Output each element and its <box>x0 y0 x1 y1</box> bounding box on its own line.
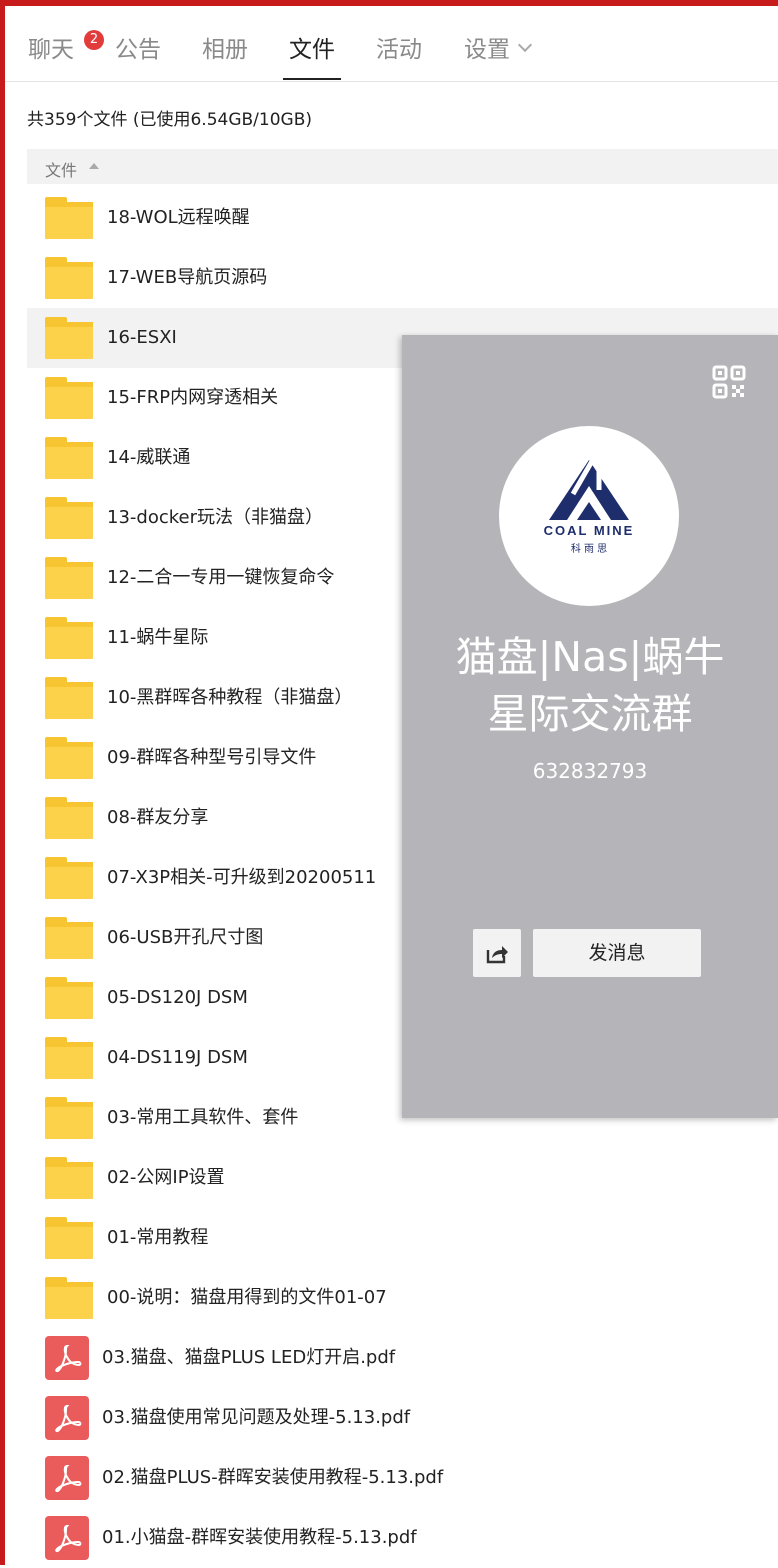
folder-name: 10-黑群晖各种教程（非猫盘） <box>107 687 353 708</box>
folder-icon <box>45 1157 93 1199</box>
folder-icon <box>45 257 93 299</box>
file-summary: 共359个文件 (已使用6.54GB/10GB) <box>27 110 312 130</box>
tab-label: 活动 <box>376 37 422 63</box>
coal-mine-logo-icon <box>549 454 629 520</box>
column-header-label: 文件 <box>45 161 78 180</box>
folder-icon <box>45 1097 93 1139</box>
folder-name: 02-公网IP设置 <box>107 1167 225 1188</box>
folder-name: 17-WEB导航页源码 <box>107 267 268 288</box>
tab-announcements[interactable]: 公告 <box>115 6 161 80</box>
chevron-down-icon <box>517 37 533 53</box>
tab-settings[interactable]: 设置 <box>464 6 533 80</box>
share-icon <box>486 946 508 964</box>
folder-name: 01-常用教程 <box>107 1227 209 1248</box>
folder-name: 00-说明：猫盘用得到的文件01-07 <box>107 1287 387 1308</box>
file-name: 01.小猫盘-群晖安装使用教程-5.13.pdf <box>102 1527 417 1548</box>
file-name: 03.猫盘使用常见问题及处理-5.13.pdf <box>102 1407 411 1428</box>
tab-activities[interactable]: 活动 <box>376 6 422 80</box>
pdf-file-icon <box>45 1456 89 1500</box>
pdf-file-icon <box>45 1396 89 1440</box>
group-id: 632832793 <box>532 759 648 783</box>
pdf-file-icon <box>45 1516 89 1560</box>
tab-label: 聊天 <box>28 37 74 63</box>
folder-name: 14-威联通 <box>107 447 191 468</box>
folder-name: 09-群晖各种型号引导文件 <box>107 747 317 768</box>
file-row[interactable]: 02.猫盘PLUS-群晖安装使用教程-5.13.pdf <box>27 1448 778 1508</box>
qr-code-icon[interactable] <box>712 365 746 399</box>
folder-icon <box>45 977 93 1019</box>
group-profile-card: COAL MINE 科 雨 思 猫盘|Nas|蜗牛 星际交流群 63283279… <box>402 335 778 1118</box>
folder-icon <box>45 377 93 419</box>
folder-row[interactable]: 00-说明：猫盘用得到的文件01-07 <box>27 1268 778 1328</box>
folder-icon <box>45 677 93 719</box>
file-name: 03.猫盘、猫盘PLUS LED灯开启.pdf <box>102 1347 396 1368</box>
group-name-line1: 猫盘|Nas|蜗牛 <box>455 633 725 681</box>
folder-name: 03-常用工具软件、套件 <box>107 1107 299 1128</box>
folder-name: 11-蜗牛星际 <box>107 627 209 648</box>
folder-icon <box>45 197 93 239</box>
folder-icon <box>45 1037 93 1079</box>
tab-bar: 聊天 2 公告 相册 文件 活动 设置 <box>5 6 778 82</box>
tab-label: 文件 <box>289 37 335 63</box>
folder-name: 18-WOL远程唤醒 <box>107 207 250 228</box>
tab-label: 设置 <box>464 37 510 63</box>
tab-chat[interactable]: 聊天 2 <box>28 6 104 80</box>
file-row[interactable]: 01.小猫盘-群晖安装使用教程-5.13.pdf <box>27 1508 778 1568</box>
unread-badge: 2 <box>84 30 104 50</box>
share-button[interactable] <box>473 929 521 977</box>
window-frame-left <box>0 0 5 1565</box>
tab-album[interactable]: 相册 <box>202 6 248 80</box>
folder-icon <box>45 737 93 779</box>
folder-name: 06-USB开孔尺寸图 <box>107 927 264 948</box>
folder-icon <box>45 557 93 599</box>
folder-name: 08-群友分享 <box>107 807 209 828</box>
file-name: 02.猫盘PLUS-群晖安装使用教程-5.13.pdf <box>102 1467 444 1488</box>
group-name-line2: 星际交流群 <box>487 690 693 738</box>
folder-icon <box>45 797 93 839</box>
folder-icon <box>45 917 93 959</box>
tab-label: 相册 <box>202 37 248 63</box>
group-name: 猫盘|Nas|蜗牛 星际交流群 <box>402 629 778 743</box>
folder-row[interactable]: 01-常用教程 <box>27 1208 778 1268</box>
send-message-button[interactable]: 发消息 <box>533 929 701 977</box>
folder-row[interactable]: 17-WEB导航页源码 <box>27 248 778 308</box>
folder-name: 13-docker玩法（非猫盘） <box>107 507 323 528</box>
folder-name: 04-DS119J DSM <box>107 1047 248 1068</box>
folder-name: 12-二合一专用一键恢复命令 <box>107 567 335 588</box>
folder-name: 15-FRP内网穿透相关 <box>107 387 279 408</box>
folder-icon <box>45 1277 93 1319</box>
folder-icon <box>45 857 93 899</box>
pdf-file-icon <box>45 1336 89 1380</box>
folder-icon <box>45 317 93 359</box>
file-row[interactable]: 03.猫盘、猫盘PLUS LED灯开启.pdf <box>27 1328 778 1388</box>
folder-icon <box>45 617 93 659</box>
folder-icon <box>45 497 93 539</box>
tab-files[interactable]: 文件 <box>283 6 341 80</box>
folder-row[interactable]: 18-WOL远程唤醒 <box>27 188 778 248</box>
folder-name: 07-X3P相关-可升级到20200511 <box>107 867 377 888</box>
folder-icon <box>45 437 93 479</box>
logo-text: COAL MINE <box>543 523 635 538</box>
folder-name: 05-DS120J DSM <box>107 987 248 1008</box>
logo-subtext: 科 雨 思 <box>570 544 608 555</box>
folder-name: 16-ESXI <box>107 327 177 348</box>
file-row[interactable]: 03.猫盘使用常见问题及处理-5.13.pdf <box>27 1388 778 1448</box>
group-avatar: COAL MINE 科 雨 思 <box>499 426 679 606</box>
folder-row[interactable]: 02-公网IP设置 <box>27 1148 778 1208</box>
column-header-name[interactable]: 文件 <box>27 149 778 184</box>
tab-label: 公告 <box>115 37 161 63</box>
folder-icon <box>45 1217 93 1259</box>
sort-ascending-icon <box>89 163 99 169</box>
